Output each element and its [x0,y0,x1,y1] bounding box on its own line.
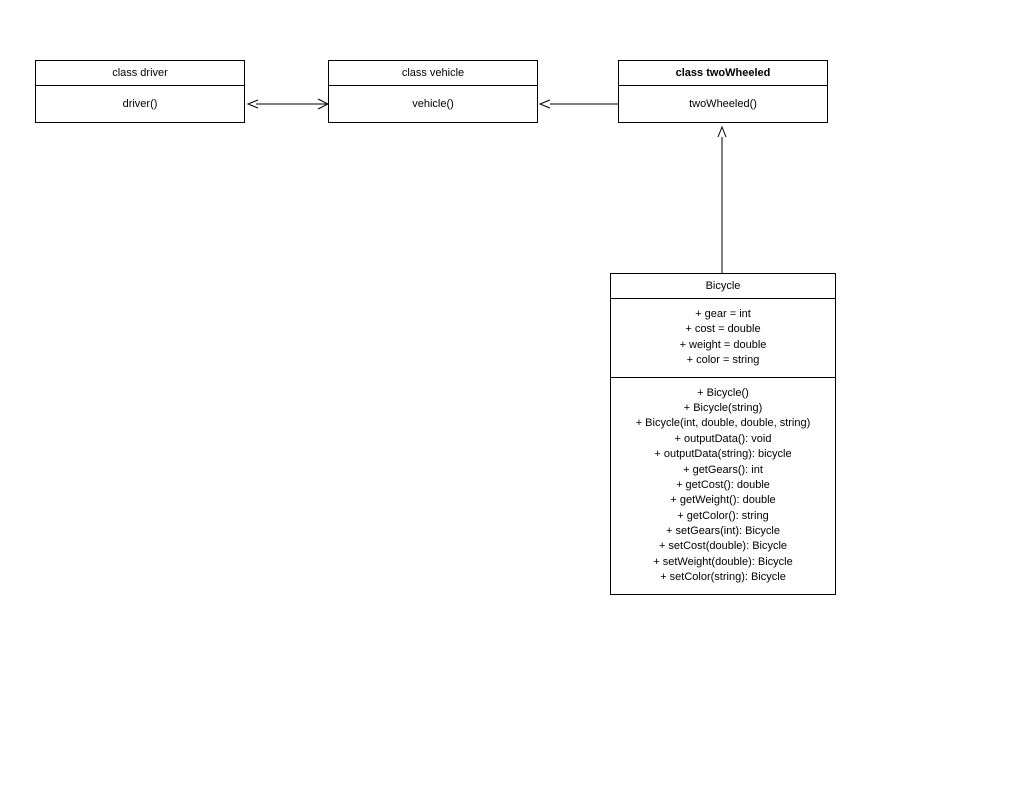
bicycle-method: + Bicycle(string) [615,401,831,416]
bicycle-method: + getCost(): double [615,478,831,493]
bicycle-method: + outputData(string): bicycle [615,447,831,462]
class-driver-title: class driver [36,61,244,86]
bicycle-method: + Bicycle(int, double, double, string) [615,416,831,431]
bicycle-attr: + gear = int [615,307,831,322]
bicycle-method: + setWeight(double): Bicycle [615,555,831,570]
class-twowheeled-title: class twoWheeled [619,61,827,86]
class-bicycle-attributes: + gear = int + cost = double + weight = … [611,299,835,378]
bicycle-method: + outputData(): void [615,432,831,447]
bicycle-attr: + weight = double [615,338,831,353]
class-twowheeled-box: class twoWheeled twoWheeled() [618,60,828,123]
class-driver-box: class driver driver() [35,60,245,123]
bicycle-method: + getWeight(): double [615,493,831,508]
bicycle-method: + setColor(string): Bicycle [615,570,831,585]
class-vehicle-method: vehicle() [329,86,537,122]
class-bicycle-title: Bicycle [611,274,835,299]
bicycle-method: + getGears(): int [615,463,831,478]
class-driver-method: driver() [36,86,244,122]
class-bicycle-methods: + Bicycle() + Bicycle(string) + Bicycle(… [611,378,835,594]
class-vehicle-title: class vehicle [329,61,537,86]
bicycle-attr: + color = string [615,353,831,368]
bicycle-method: + getColor(): string [615,509,831,524]
class-twowheeled-method: twoWheeled() [619,86,827,122]
arrow-bicycle-to-twowheeled-head [718,127,726,137]
class-vehicle-box: class vehicle vehicle() [328,60,538,123]
bicycle-method: + Bicycle() [615,386,831,401]
bicycle-method: + setGears(int): Bicycle [615,524,831,539]
arrow-vehicle-to-driver-head [248,100,258,108]
class-bicycle-box: Bicycle + gear = int + cost = double + w… [610,273,836,595]
arrow-twowheeled-to-vehicle-head [540,100,550,108]
bicycle-attr: + cost = double [615,322,831,337]
bicycle-method: + setCost(double): Bicycle [615,539,831,554]
